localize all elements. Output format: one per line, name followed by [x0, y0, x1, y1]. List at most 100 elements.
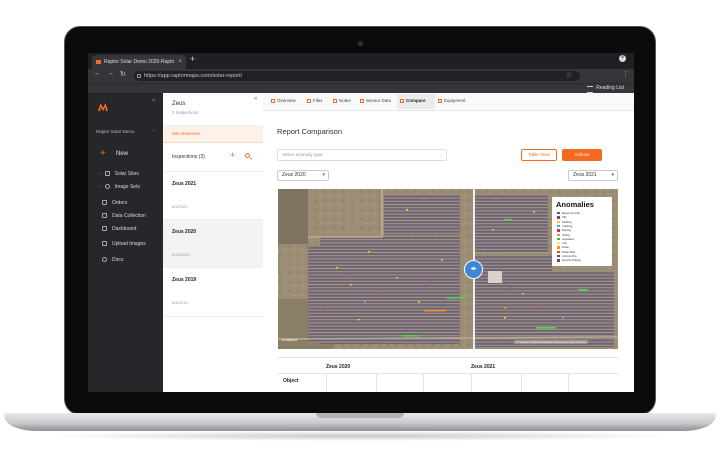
right-inspection-select[interactable]: Zeus 2021 ▾ — [568, 170, 618, 181]
sidebar-item-dashboard[interactable]: Dashboard — [102, 226, 136, 232]
main-content: Overview Files Notes Sensor Data Compare… — [263, 93, 634, 392]
browser-tab[interactable]: Raptor Solar Demo 2020-Rapto × — [92, 55, 186, 69]
mapbox-logo[interactable]: ● mapbox — [282, 338, 298, 342]
tab-files[interactable]: Files — [307, 98, 323, 103]
legend-swatch — [557, 259, 560, 262]
inspection-card-zeus-2021[interactable]: Zeus 2021 6/3/2021 — [163, 171, 263, 220]
tab-label: Notes — [339, 98, 351, 103]
table-header-row: Object — [278, 373, 618, 392]
sidebar-item-docs[interactable]: Docs — [102, 257, 123, 263]
sidebar-item-data-collection[interactable]: Data Collection — [102, 213, 146, 219]
address-bar[interactable]: https://app.raptormaps.com/solar-report/ — [134, 71, 580, 81]
legend-label: Cracking — [562, 224, 573, 228]
chevron-down-icon: ▾ — [611, 172, 614, 178]
legend-item: Cell — [557, 242, 566, 245]
org-name[interactable]: Raptor Solar Demo — [96, 129, 135, 134]
legend-swatch — [557, 246, 560, 249]
sidebar-item-orders[interactable]: Orders — [102, 200, 127, 206]
laptop-shadow — [40, 431, 680, 441]
caret-right-icon: › — [100, 184, 102, 190]
inspection-date: 6/30/2020 — [172, 252, 190, 257]
table-col-left: Zeus 2020 — [326, 364, 351, 370]
window-close-icon[interactable]: × — [619, 55, 626, 62]
legend-label: Junction Box — [562, 255, 577, 259]
chevron-down-icon: ▾ — [322, 172, 325, 178]
tab-title: Raptor Solar Demo 2020-Rapto — [104, 59, 175, 65]
tab-close-icon[interactable]: × — [178, 55, 182, 69]
legend-item: Reverse Polarity — [557, 259, 581, 262]
table-col-right: Zeus 2021 — [471, 364, 496, 370]
url-text: https://app.raptormaps.com/solar-report/ — [144, 73, 243, 79]
upload-icon — [102, 241, 107, 246]
tab-overview[interactable]: Overview — [271, 98, 296, 103]
sidebar-item-upload-images[interactable]: Upload Images — [102, 241, 146, 247]
tab-equipment[interactable]: Equipment — [438, 98, 466, 103]
sidebar-item-image-sets[interactable]: › Image Sets — [100, 184, 140, 190]
inspections-panel: « Zeus 3 Inspections Site Overview Inspe… — [163, 93, 264, 392]
orders-icon — [102, 200, 107, 205]
new-button[interactable]: New — [116, 151, 128, 157]
panel-collapse-icon[interactable]: « — [254, 96, 257, 102]
screen: Raptor Solar Demo 2020-Rapto × + × ← → ↻… — [88, 53, 634, 392]
legend-swatch — [557, 220, 560, 223]
sidebar-item-label: Orders — [112, 200, 128, 206]
anomaly-type-select[interactable]: Select anomaly type ⌄ — [277, 149, 447, 161]
site-overview-link[interactable]: Site Overview — [163, 125, 263, 143]
reload-icon[interactable]: ↻ — [120, 70, 126, 78]
table-cell — [326, 374, 327, 392]
legend-label: Equipment Pad — [562, 212, 580, 216]
solar-site-icon — [104, 171, 110, 176]
legend-swatch — [557, 233, 560, 236]
inspection-name: Zeus 2020 — [172, 229, 197, 235]
bookmark-star-icon[interactable]: ☆ — [566, 71, 572, 79]
left-inspection-value: Zeus 2020 — [282, 172, 306, 178]
actions-button[interactable]: Actions — [562, 149, 602, 161]
sidebar-item-label: Dashboard — [112, 226, 137, 232]
browser-menu-icon[interactable]: ⋮ — [622, 70, 629, 78]
sidebar-item-label: Image Sets — [114, 184, 140, 190]
tab-compare[interactable]: Compare — [400, 98, 426, 103]
inspection-card-zeus-2020[interactable]: Zeus 2020 6/30/2020 — [163, 219, 263, 268]
map-attribution[interactable]: © Mapbox © OpenStreetMap Improve this ma… — [514, 340, 588, 344]
tab-notes[interactable]: Notes — [333, 98, 351, 103]
legend-item: Diode Multi — [557, 250, 575, 254]
legend-swatch — [557, 224, 560, 228]
new-plus-icon[interactable]: + — [100, 149, 106, 159]
sidebar-collapse-icon[interactable]: « — [152, 98, 155, 104]
table-view-button[interactable]: Table View — [521, 149, 557, 161]
back-arrow-icon[interactable]: ← — [94, 70, 101, 77]
reading-list-button[interactable]: Reading List — [587, 84, 624, 93]
legend-item: PID — [557, 216, 566, 219]
legend-label: Reverse Polarity — [562, 259, 582, 263]
raptor-logo-icon[interactable] — [98, 103, 108, 111]
left-inspection-select[interactable]: Zeus 2020 ▾ — [277, 170, 329, 181]
page-title: Report Comparison — [277, 127, 343, 136]
search-icon[interactable] — [245, 153, 250, 158]
mapbox-logo-text: mapbox — [285, 338, 298, 342]
inspection-name: Zeus 2019 — [172, 277, 197, 283]
sidebar-item-solar-sites[interactable]: › Solar Sites — [100, 171, 139, 177]
forward-arrow-icon[interactable]: → — [107, 70, 114, 77]
legend-item: Soiling — [557, 233, 570, 237]
legend-swatch — [557, 250, 560, 254]
chevron-down-icon[interactable]: ⌄ — [152, 127, 156, 133]
inspection-subnav: Overview Files Notes Sensor Data Compare… — [263, 93, 634, 111]
comparison-map[interactable]: ◂▸ Anomalies Equipment Pad PID Shading Crac… — [278, 189, 618, 349]
sidebar-item-label: Data Collection — [112, 213, 146, 219]
tab-sensor-data[interactable]: Sensor Data — [360, 98, 391, 103]
anomaly-placeholder: Select anomaly type — [282, 152, 323, 157]
legend-title: Anomalies — [556, 200, 594, 209]
dashboard-icon — [102, 226, 107, 231]
comparison-table: Zeus 2020 Zeus 2021 Object — [278, 357, 618, 392]
inspection-card-zeus-2019[interactable]: Zeus 2019 6/4/2019 — [163, 267, 263, 317]
legend-label: PID — [562, 216, 567, 220]
anomaly-legend: Anomalies Equipment Pad PID Shading Crackin… — [552, 197, 612, 266]
compare-slider-handle[interactable]: ◂▸ — [464, 260, 483, 279]
add-inspection-icon[interactable]: + — [230, 150, 235, 160]
sidebar-item-label: Upload Images — [112, 241, 146, 247]
sidebar-item-label: Solar Sites — [114, 171, 139, 177]
new-tab-button[interactable]: + — [190, 54, 195, 64]
inspection-date: 6/4/2019 — [172, 300, 188, 305]
tab-label: Compare — [406, 98, 426, 103]
chevron-down-icon: ⌄ — [438, 152, 443, 158]
